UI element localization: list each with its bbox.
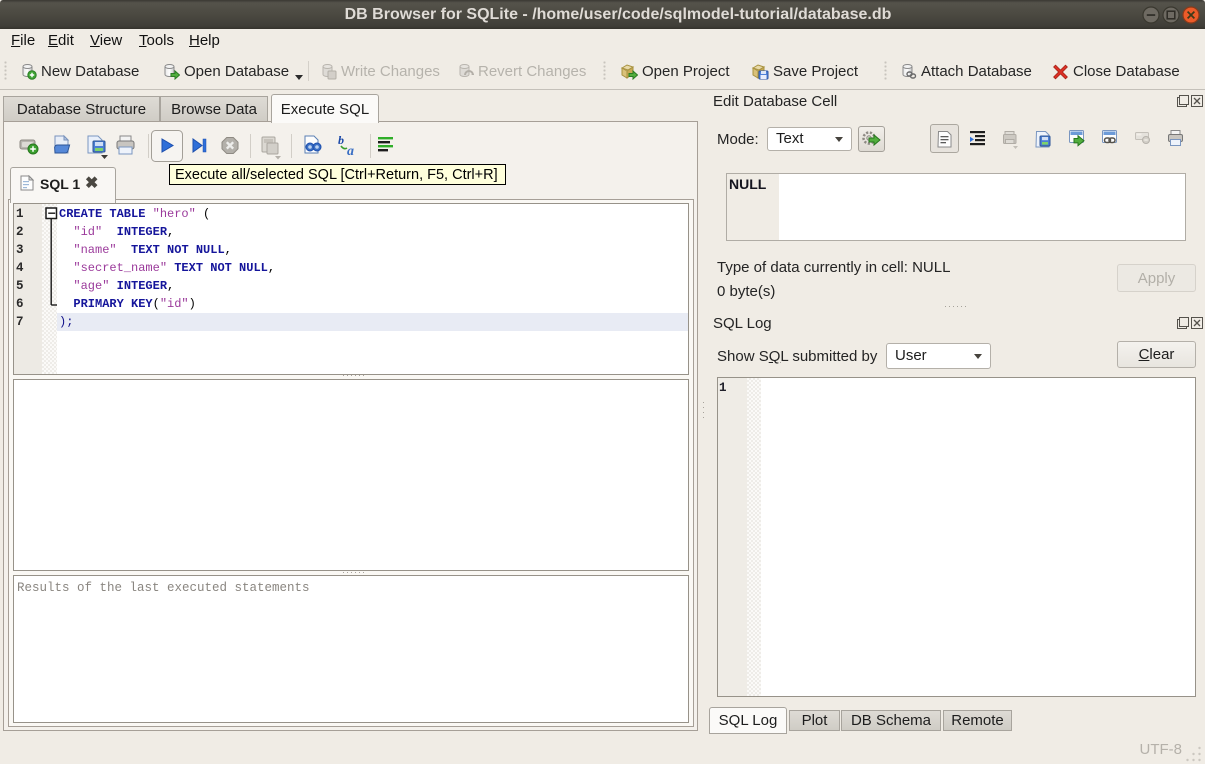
svg-text:b: b [338, 133, 344, 147]
svg-text:a: a [347, 144, 354, 159]
